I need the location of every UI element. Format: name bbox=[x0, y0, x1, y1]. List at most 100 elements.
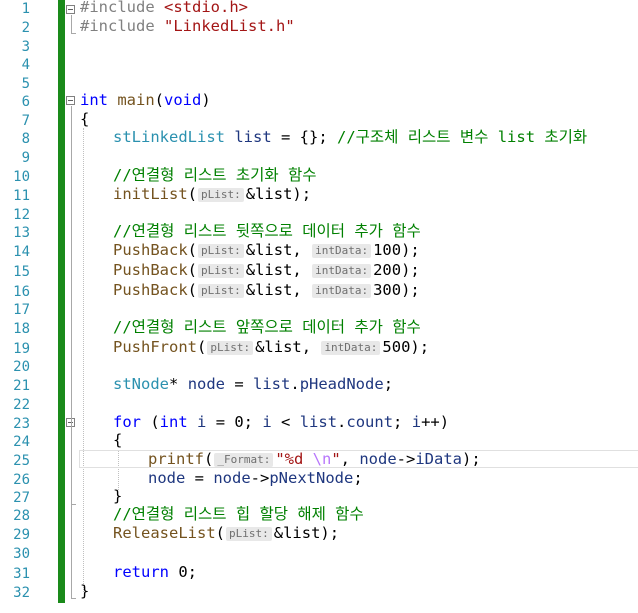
punctuation: ( bbox=[141, 413, 160, 431]
line-number: 4 bbox=[21, 57, 30, 73]
line-number: 2 bbox=[21, 20, 30, 36]
punctuation: ); bbox=[410, 338, 430, 356]
punctuation: ) bbox=[201, 91, 211, 109]
struct-field: pHeadNode bbox=[299, 375, 384, 393]
code-line-19[interactable]: PushFront(pList: &list, intData: 500); bbox=[113, 338, 429, 357]
function-call: PushFront bbox=[113, 338, 197, 356]
variable: node bbox=[187, 375, 226, 393]
punctuation: ); bbox=[292, 185, 312, 203]
parameter-hint: pList: bbox=[198, 244, 244, 258]
variable: list bbox=[253, 375, 291, 393]
code-line-23[interactable]: for (int i = 0; i < list.count; i++) bbox=[113, 413, 449, 432]
brace: { bbox=[113, 431, 123, 449]
punctuation: ); bbox=[401, 241, 420, 259]
comment: //구조체 리스트 변수 list 초기화 bbox=[336, 128, 588, 146]
code-line-26[interactable]: node = node->pNextNode; bbox=[148, 469, 363, 488]
struct-field: pNextNode bbox=[269, 469, 354, 487]
code-line-13[interactable]: //연결형 리스트 뒷쪽으로 데이터 추가 함수 bbox=[113, 222, 421, 241]
code-line-15[interactable]: PushBack(pList: &list, intData: 200); bbox=[113, 261, 420, 280]
line-number: 22 bbox=[13, 397, 30, 413]
line-number: 27 bbox=[13, 490, 30, 506]
punctuation: , bbox=[292, 261, 312, 279]
argument: 200 bbox=[373, 261, 402, 279]
line-number: 17 bbox=[13, 302, 30, 318]
line-number: 21 bbox=[13, 378, 30, 394]
punctuation: ; bbox=[353, 469, 363, 487]
code-text: = {}; bbox=[271, 128, 337, 146]
line-number: 11 bbox=[13, 188, 30, 204]
code-line-25[interactable]: printf(_Format: "%d \n", node->iData); bbox=[148, 450, 481, 469]
line-number: 16 bbox=[13, 284, 30, 300]
fold-outline bbox=[71, 15, 72, 33]
code-line-27[interactable]: } bbox=[113, 487, 122, 506]
argument: &list bbox=[273, 524, 321, 542]
code-line-18[interactable]: //연결형 리스트 앞쪽으로 데이터 추가 함수 bbox=[113, 318, 421, 337]
code-text: ++) bbox=[421, 413, 450, 431]
punctuation: ( bbox=[187, 281, 197, 299]
preprocessor-directive: #include bbox=[80, 17, 164, 35]
function-name: main bbox=[117, 91, 155, 109]
code-line-29[interactable]: ReleaseList(pList: &list); bbox=[113, 524, 339, 543]
code-text: 0; bbox=[169, 563, 197, 581]
function-call: initList bbox=[113, 185, 188, 203]
fold-outline bbox=[71, 598, 76, 599]
line-number: 28 bbox=[13, 508, 30, 524]
variable: list bbox=[234, 128, 272, 146]
parameter-hint: intData: bbox=[321, 341, 381, 355]
punctuation: ); bbox=[320, 524, 340, 542]
operator: -> bbox=[250, 469, 270, 487]
keyword: int bbox=[80, 91, 108, 109]
fold-toggle-includes[interactable] bbox=[66, 5, 75, 14]
line-number: 12 bbox=[13, 207, 30, 223]
line-number: 6 bbox=[21, 94, 30, 110]
line-number: 23 bbox=[13, 416, 30, 432]
struct-field: iData bbox=[415, 450, 463, 468]
code-line-21[interactable]: stNode* node = list.pHeadNode; bbox=[113, 375, 393, 394]
punctuation: , bbox=[292, 281, 312, 299]
punctuation: ; bbox=[393, 413, 412, 431]
code-line-14[interactable]: PushBack(pList: &list, intData: 100); bbox=[113, 241, 420, 260]
line-number: 19 bbox=[13, 341, 30, 357]
code-editor[interactable]: 1 2 3 4 5 6 7 8 9 10 11 12 13 14 15 16 17 18 19 20 21 22 23 24 2… bbox=[0, 0, 638, 613]
fold-outline bbox=[71, 504, 76, 505]
variable: i bbox=[411, 413, 422, 431]
code-line-2[interactable]: #include "LinkedList.h" bbox=[80, 17, 295, 36]
code-line-1[interactable]: #include <stdio.h> bbox=[80, 0, 248, 17]
code-line-7[interactable]: { bbox=[80, 110, 89, 129]
punctuation: ); bbox=[401, 261, 420, 279]
variable: i bbox=[197, 413, 207, 431]
code-line-24[interactable]: { bbox=[113, 431, 122, 450]
type-name: stLinkedList bbox=[113, 128, 225, 146]
function-call: PushBack bbox=[113, 241, 188, 259]
operator: < bbox=[271, 413, 300, 431]
type-name: stNode bbox=[113, 375, 169, 393]
string-literal: "%d bbox=[275, 450, 313, 468]
punctuation: ( bbox=[154, 91, 165, 109]
code-line-10[interactable]: //연결형 리스트 초기화 함수 bbox=[113, 166, 317, 185]
line-number: 24 bbox=[13, 434, 30, 450]
parameter-hint: pList: bbox=[198, 188, 244, 202]
punctuation: , bbox=[340, 450, 360, 468]
argument: 500 bbox=[382, 338, 411, 356]
indent-guide bbox=[83, 128, 84, 592]
code-line-31[interactable]: return 0; bbox=[113, 563, 197, 582]
code-line-28[interactable]: //연결형 리스트 힙 할당 해제 함수 bbox=[113, 505, 364, 524]
comment: //연결형 리스트 앞쪽으로 데이터 추가 함수 bbox=[113, 318, 421, 336]
fold-outline bbox=[71, 33, 76, 34]
line-number: 25 bbox=[13, 453, 30, 469]
argument: 300 bbox=[373, 281, 402, 299]
code-line-32[interactable]: } bbox=[80, 582, 89, 601]
argument: &list bbox=[245, 185, 293, 203]
variable: node bbox=[359, 450, 397, 468]
code-line-6[interactable]: int main(void) bbox=[80, 91, 211, 110]
code-line-8[interactable]: stLinkedList list = {}; //구조체 리스트 변수 lis… bbox=[113, 128, 587, 147]
code-line-11[interactable]: initList(pList: &list); bbox=[113, 185, 311, 204]
operator: = bbox=[225, 375, 254, 393]
fold-toggle-main[interactable] bbox=[66, 96, 75, 105]
parameter-hint: intData: bbox=[312, 284, 372, 298]
line-number: 3 bbox=[21, 39, 30, 55]
line-number: 31 bbox=[13, 566, 30, 582]
argument: &list bbox=[245, 241, 293, 259]
code-line-16[interactable]: PushBack(pList: &list, intData: 300); bbox=[113, 281, 420, 300]
